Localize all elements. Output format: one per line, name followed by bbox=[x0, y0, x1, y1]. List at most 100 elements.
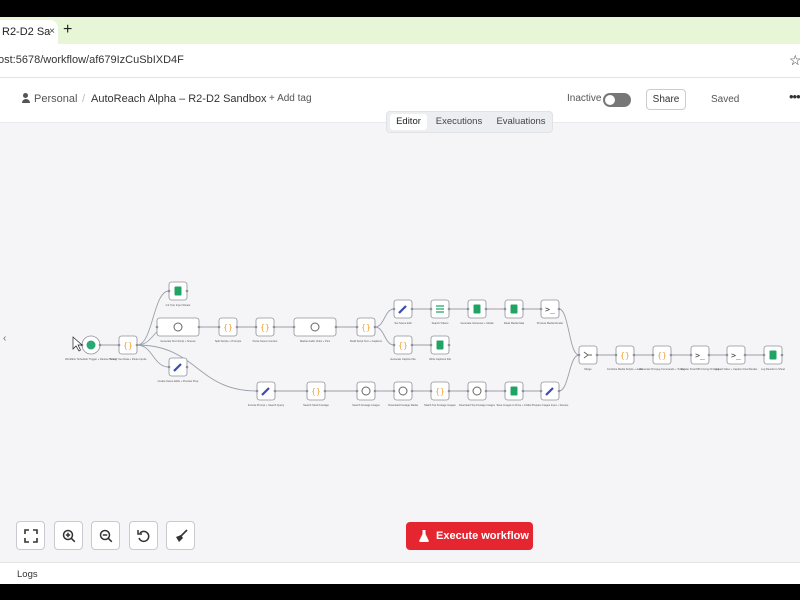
close-tab-icon[interactable]: × bbox=[47, 27, 57, 37]
node-box[interactable] bbox=[393, 381, 413, 401]
node-input-handle[interactable] bbox=[539, 307, 543, 311]
workflow-node[interactable]: Download Top Footage Images bbox=[459, 381, 496, 407]
more-options-icon[interactable]: ••• bbox=[789, 90, 800, 104]
node-output-handle[interactable] bbox=[557, 307, 561, 311]
node-input-handle[interactable] bbox=[503, 389, 507, 393]
node-input-handle[interactable] bbox=[539, 389, 543, 393]
node-output-handle[interactable] bbox=[334, 325, 338, 329]
workflow-node[interactable]: Read Media Data bbox=[503, 299, 525, 325]
node-input-handle[interactable] bbox=[117, 343, 121, 347]
node-output-handle[interactable] bbox=[595, 353, 599, 357]
node-output-handle[interactable] bbox=[373, 389, 377, 393]
node-output-handle[interactable] bbox=[273, 389, 277, 393]
workspace-breadcrumb[interactable]: Personal bbox=[22, 93, 77, 105]
execute-workflow-button[interactable]: Execute workflow bbox=[406, 522, 533, 550]
zoom-in-button[interactable] bbox=[54, 521, 83, 550]
active-toggle[interactable] bbox=[603, 93, 631, 107]
node-input-handle[interactable] bbox=[392, 343, 396, 347]
tab-editor[interactable]: Editor bbox=[390, 114, 427, 130]
tidy-up-button[interactable] bbox=[166, 521, 195, 550]
workflow-node[interactable]: Search Videos bbox=[429, 299, 451, 325]
node-output-handle[interactable] bbox=[632, 353, 636, 357]
node-box[interactable] bbox=[467, 381, 487, 401]
workflow-node[interactable]: Write Captions File bbox=[429, 335, 451, 361]
node-input-handle[interactable] bbox=[392, 389, 396, 393]
workflow-node[interactable]: Log Results to Sheet bbox=[761, 345, 785, 371]
workflow-title[interactable]: AutoReach Alpha – R2-D2 Sandbox bbox=[91, 93, 267, 105]
workflow-node[interactable]: Save Images to Drive + Folder bbox=[496, 381, 532, 407]
node-output-handle[interactable] bbox=[447, 343, 451, 347]
workflow-node[interactable]: Set Scene Edit bbox=[392, 299, 414, 325]
node-input-handle[interactable] bbox=[217, 325, 221, 329]
tab-executions[interactable]: Executions bbox=[429, 114, 489, 130]
connection-line[interactable] bbox=[136, 344, 258, 392]
node-output-handle[interactable] bbox=[98, 343, 102, 347]
browser-tab[interactable]: R2-D2 Sa × bbox=[0, 20, 58, 44]
node-input-handle[interactable] bbox=[503, 307, 507, 311]
workflow-node[interactable]: {} Split Scripts + Prompts bbox=[215, 317, 242, 343]
node-input-handle[interactable] bbox=[355, 389, 359, 393]
connection-line[interactable] bbox=[558, 308, 580, 356]
node-output-handle[interactable] bbox=[235, 325, 239, 329]
tab-evaluations[interactable]: Evaluations bbox=[491, 114, 551, 130]
node-input-handle[interactable] bbox=[254, 325, 258, 329]
workflow-node[interactable]: {} Generate Caption File bbox=[390, 335, 416, 361]
collapse-sidebar-icon[interactable]: ‹ bbox=[3, 333, 6, 344]
node-output-handle[interactable] bbox=[373, 325, 377, 329]
workflow-node[interactable]: Search Footage Images bbox=[352, 381, 381, 407]
node-box[interactable] bbox=[156, 317, 200, 337]
node-output-handle[interactable] bbox=[780, 353, 784, 357]
node-output-handle[interactable] bbox=[410, 343, 414, 347]
workflow-node[interactable]: Generate Voiceover + Media bbox=[461, 299, 495, 325]
node-input-handle[interactable] bbox=[167, 365, 171, 369]
node-output-handle[interactable] bbox=[743, 353, 747, 357]
workflow-node[interactable]: Format Prompt + Search Query bbox=[248, 381, 285, 407]
workflow-node[interactable]: Merge bbox=[577, 345, 599, 371]
node-output-handle[interactable] bbox=[557, 389, 561, 393]
workflow-canvas[interactable]: Workflow 'Schedule' Trigger + Review Tim… bbox=[0, 122, 800, 562]
workflow-node[interactable]: Create Scene Edits + Preview Prep bbox=[158, 357, 199, 383]
connection-line[interactable] bbox=[136, 344, 170, 368]
logs-panel[interactable]: Logs bbox=[0, 562, 800, 584]
node-input-handle[interactable] bbox=[355, 325, 359, 329]
workflow-node[interactable]: {} Select Your Data + Parse Inputs bbox=[110, 335, 148, 361]
workflow-node[interactable]: >_ Upload Video + Caption Final Render bbox=[715, 345, 758, 371]
node-input-handle[interactable] bbox=[466, 307, 470, 311]
node-box[interactable] bbox=[356, 381, 376, 401]
workflow-node[interactable]: {} Search Stock Footage bbox=[303, 381, 329, 407]
workflow-node[interactable]: {} Generate FFmpeg Commands + Timing bbox=[639, 345, 685, 371]
node-output-handle[interactable] bbox=[197, 325, 201, 329]
url-field[interactable]: ost:5678/workflow/af679IzCuSbIXD4F bbox=[0, 54, 184, 66]
node-output-handle[interactable] bbox=[410, 307, 414, 311]
connection-line[interactable] bbox=[374, 308, 395, 328]
add-tag-button[interactable]: + Add tag bbox=[269, 93, 312, 104]
node-output-handle[interactable] bbox=[272, 325, 276, 329]
node-input-handle[interactable] bbox=[429, 307, 433, 311]
share-button[interactable]: Share bbox=[646, 89, 686, 110]
workflow-node[interactable]: {} Build Script Text + Captions bbox=[350, 317, 383, 343]
node-input-handle[interactable] bbox=[429, 343, 433, 347]
workflow-node[interactable]: >_ Process Media Render bbox=[537, 299, 564, 325]
node-output-handle[interactable] bbox=[707, 353, 711, 357]
node-output-handle[interactable] bbox=[185, 289, 189, 293]
node-output-handle[interactable] bbox=[447, 389, 451, 393]
node-box[interactable] bbox=[293, 317, 337, 337]
workflow-node[interactable]: Download Footage Media bbox=[388, 381, 418, 407]
node-output-handle[interactable] bbox=[135, 343, 139, 347]
node-input-handle[interactable] bbox=[155, 325, 159, 329]
bookmark-star-icon[interactable]: ☆ bbox=[789, 52, 800, 68]
workflow-node[interactable]: Market Audio Voice + Pics bbox=[292, 317, 338, 343]
node-input-handle[interactable] bbox=[689, 353, 693, 357]
node-input-handle[interactable] bbox=[725, 353, 729, 357]
node-output-handle[interactable] bbox=[521, 307, 525, 311]
node-output-handle[interactable] bbox=[521, 389, 525, 393]
node-input-handle[interactable] bbox=[651, 353, 655, 357]
node-output-handle[interactable] bbox=[669, 353, 673, 357]
node-output-handle[interactable] bbox=[484, 307, 488, 311]
workflow-node[interactable]: Generate Text Script + Scenes bbox=[155, 317, 201, 343]
node-input-handle[interactable] bbox=[577, 353, 581, 357]
node-output-handle[interactable] bbox=[447, 307, 451, 311]
node-output-handle[interactable] bbox=[484, 389, 488, 393]
node-input-handle[interactable] bbox=[762, 353, 766, 357]
node-input-handle[interactable] bbox=[429, 389, 433, 393]
